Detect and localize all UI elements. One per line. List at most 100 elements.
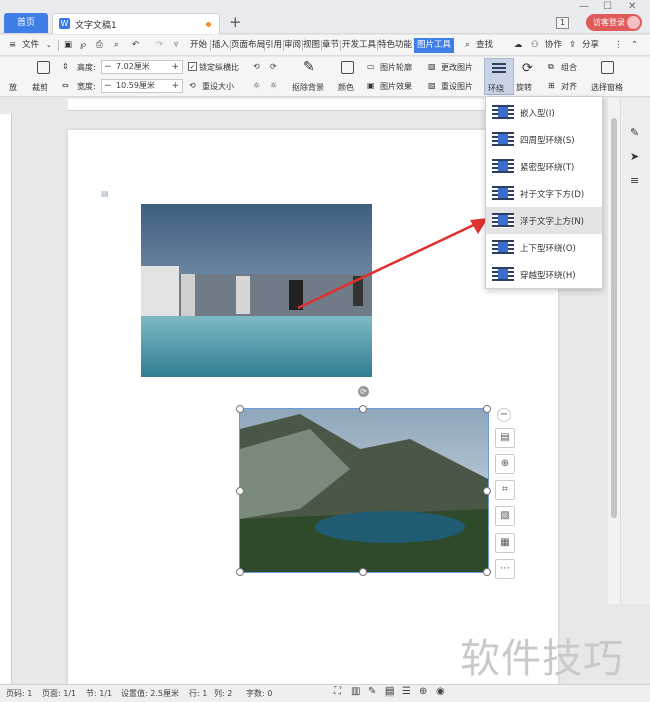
color-icon[interactable] bbox=[341, 61, 354, 74]
outline-button[interactable]: 图片轮廓 bbox=[380, 62, 412, 73]
reading-mode-icon[interactable]: ▥ bbox=[351, 686, 360, 697]
maximize-button[interactable]: ☐ bbox=[603, 1, 612, 12]
more-options-icon[interactable]: ⋯ bbox=[495, 559, 515, 579]
change-picture-icon[interactable]: ▧ bbox=[495, 506, 515, 526]
vertical-ruler[interactable] bbox=[0, 114, 12, 702]
tab-document[interactable]: W 文字文稿1 bbox=[52, 13, 220, 34]
zoom-icon[interactable]: ⊕ bbox=[495, 454, 515, 474]
crop-tool-icon[interactable]: ⌗ bbox=[495, 480, 515, 500]
collapse-ribbon-icon[interactable]: ⌃ bbox=[631, 35, 638, 56]
cursor-icon[interactable]: ➤ bbox=[630, 150, 639, 163]
new-tab-button[interactable]: + bbox=[229, 13, 242, 31]
height-plus-button[interactable]: + bbox=[171, 61, 179, 73]
menu-special[interactable]: 特色功能 bbox=[378, 35, 412, 56]
crop-button[interactable]: 裁剪 bbox=[32, 82, 48, 93]
print-icon[interactable]: ⎙ bbox=[96, 35, 103, 56]
search-icon[interactable]: ⌕ bbox=[465, 35, 470, 56]
pen-icon[interactable]: ✎ bbox=[630, 126, 639, 139]
rotate-right-icon[interactable]: ⟳ bbox=[270, 62, 277, 71]
menu-insert[interactable]: 插入 bbox=[212, 35, 229, 56]
group-button[interactable]: 组合 bbox=[561, 62, 577, 73]
write-mode-icon[interactable]: ✎ bbox=[368, 686, 376, 697]
menu-reference[interactable]: 引用 bbox=[265, 35, 282, 56]
menu-file[interactable]: 文件 bbox=[22, 35, 39, 56]
remove-bg-button[interactable]: 抠除背景 bbox=[292, 82, 324, 93]
resize-handle[interactable] bbox=[236, 405, 244, 413]
share-icon[interactable]: ⇪ bbox=[569, 35, 576, 56]
select-pane-icon[interactable] bbox=[601, 61, 614, 74]
height-minus-button[interactable]: − bbox=[104, 61, 112, 73]
window-count-badge[interactable]: 1 bbox=[556, 17, 569, 29]
resize-handle[interactable] bbox=[483, 487, 491, 495]
rotate-handle-icon[interactable]: ⟳ bbox=[358, 386, 369, 397]
resize-handle[interactable] bbox=[483, 405, 491, 413]
login-button[interactable]: 访客登录 bbox=[586, 14, 642, 31]
page-view-icon[interactable]: ▤ bbox=[385, 686, 395, 697]
width-plus-button[interactable]: + bbox=[171, 80, 179, 92]
mountain-lake-image[interactable] bbox=[239, 408, 489, 573]
scroll-thumb[interactable] bbox=[611, 118, 617, 518]
wrap-menu-item[interactable]: 穿越型环绕(H) bbox=[486, 261, 602, 288]
menu-search[interactable]: 查找 bbox=[476, 35, 493, 56]
brightness-up-icon[interactable]: ☼ bbox=[253, 81, 260, 90]
wrap-menu-item-selected[interactable]: 浮于文字上方(N) bbox=[486, 207, 602, 234]
wrap-button[interactable]: 环绕 bbox=[484, 58, 514, 95]
menu-share[interactable]: 分享 bbox=[582, 35, 599, 56]
menu-page-layout[interactable]: 页面布局 bbox=[231, 35, 265, 56]
crop-icon[interactable] bbox=[37, 61, 50, 74]
menu-view[interactable]: 视图 bbox=[303, 35, 320, 56]
resize-handle[interactable] bbox=[359, 405, 367, 413]
settings-sliders-icon[interactable]: ≡ bbox=[630, 174, 639, 187]
rotate-icon[interactable]: ⟳ bbox=[522, 61, 533, 76]
fullscreen-icon[interactable]: ⛶ bbox=[334, 686, 341, 697]
collab-icon[interactable]: ⚇ bbox=[531, 35, 539, 56]
more-menu-icon[interactable]: ⋮ bbox=[614, 35, 623, 56]
collapse-toolbar-icon[interactable]: − bbox=[497, 408, 511, 422]
wrap-menu-item[interactable]: 上下型环绕(O) bbox=[486, 234, 602, 261]
format-painter-icon[interactable]: ℘ bbox=[80, 35, 86, 56]
file-dropdown-icon[interactable]: ⌄ bbox=[46, 35, 52, 56]
outline-view-icon[interactable]: ☰ bbox=[402, 686, 411, 697]
reset-size-button[interactable]: 重设大小 bbox=[202, 81, 234, 92]
select-pane-button[interactable]: 选择窗格 bbox=[591, 82, 623, 93]
resize-handle[interactable] bbox=[236, 487, 244, 495]
vertical-scrollbar[interactable] bbox=[608, 98, 620, 604]
resize-handle[interactable] bbox=[236, 568, 244, 576]
picture-to-text-icon[interactable]: ▦ bbox=[495, 533, 515, 553]
rotate-left-icon[interactable]: ⟲ bbox=[253, 62, 260, 71]
wrap-menu-item[interactable]: 四周型环绕(S) bbox=[486, 126, 602, 153]
lock-ratio-checkbox[interactable]: ✓ bbox=[188, 62, 197, 71]
resize-handle[interactable] bbox=[359, 568, 367, 576]
align-button[interactable]: 对齐 bbox=[561, 81, 577, 92]
menu-start[interactable]: 开始 bbox=[190, 35, 207, 56]
width-field[interactable]: − 10.59厘米 + bbox=[101, 79, 183, 93]
minimize-button[interactable]: — bbox=[579, 1, 589, 12]
close-button[interactable]: ✕ bbox=[628, 1, 636, 12]
print-preview-icon[interactable]: ⌕ bbox=[114, 35, 119, 56]
menu-chapter[interactable]: 章节 bbox=[322, 35, 339, 56]
brightness-down-icon[interactable]: ☼ bbox=[270, 81, 277, 90]
menu-dev-tools[interactable]: 开发工具 bbox=[342, 35, 376, 56]
change-pic-button[interactable]: 更改图片 bbox=[441, 62, 473, 73]
redo-icon[interactable]: ↷ bbox=[156, 35, 163, 56]
menu-collab[interactable]: 协作 bbox=[545, 35, 562, 56]
menu-review[interactable]: 审阅 bbox=[284, 35, 301, 56]
undo-icon[interactable]: ↶ bbox=[132, 35, 139, 56]
hamburger-icon[interactable]: ≡ bbox=[9, 35, 16, 56]
save-icon[interactable]: ▣ bbox=[64, 35, 72, 56]
web-view-icon[interactable]: ⊕ bbox=[419, 686, 427, 697]
wrap-menu-item[interactable]: 紧密型环绕(T) bbox=[486, 153, 602, 180]
wrap-menu-item[interactable]: 衬于文字下方(D) bbox=[486, 180, 602, 207]
layout-options-icon[interactable]: ▤ bbox=[495, 428, 515, 448]
tab-home[interactable]: 首页 bbox=[4, 13, 48, 33]
remove-bg-icon[interactable]: ✎ bbox=[303, 59, 315, 75]
rotate-button[interactable]: 旋转 bbox=[516, 82, 532, 93]
width-minus-button[interactable]: − bbox=[104, 80, 112, 92]
height-field[interactable]: − 7.02厘米 + bbox=[101, 60, 183, 74]
reset-pic-button[interactable]: 重设图片 bbox=[441, 81, 473, 92]
resize-handle[interactable] bbox=[483, 568, 491, 576]
lock-ratio-label[interactable]: 锁定纵横比 bbox=[199, 62, 239, 73]
cloud-icon[interactable]: ☁ bbox=[514, 35, 523, 56]
more-quick-icon[interactable]: ▿ bbox=[174, 35, 178, 56]
effect-button[interactable]: 图片效果 bbox=[380, 81, 412, 92]
